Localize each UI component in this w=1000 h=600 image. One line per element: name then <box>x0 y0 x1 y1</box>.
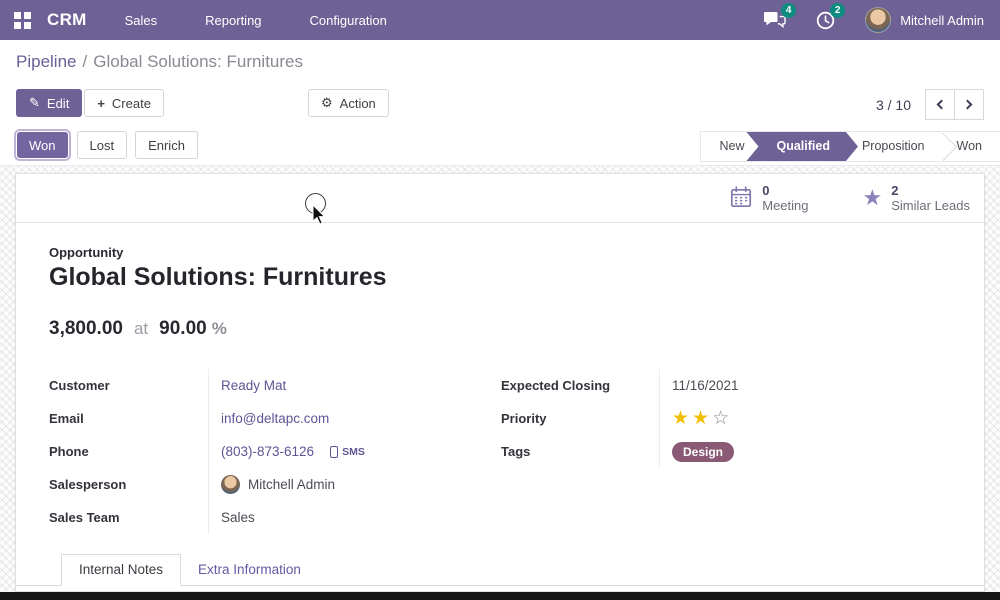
enrich-button[interactable]: Enrich <box>135 131 198 159</box>
pager-count: 3 / 10 <box>876 97 911 113</box>
mouse-cursor <box>312 205 327 226</box>
stage-bar: New Qualified Proposition Won <box>700 131 1000 162</box>
sms-label: SMS <box>342 446 365 458</box>
opportunity-title: Global Solutions: Furnitures <box>49 263 951 292</box>
field-row-sales-team: Sales Team Sales <box>49 501 501 534</box>
tag-design[interactable]: Design <box>672 442 734 462</box>
navbar-right: 4 2 Mitchell Admin <box>763 7 1000 33</box>
tab-internal-notes[interactable]: Internal Notes <box>61 554 181 586</box>
record-pager: 3 / 10 <box>876 89 984 120</box>
phone-label: Phone <box>49 444 208 459</box>
priority-star-3[interactable]: ☆ <box>712 407 732 430</box>
field-row-email: Email info@deltapc.com <box>49 402 501 435</box>
chevron-left-icon <box>937 100 947 110</box>
status-buttons: Won Lost Enrich <box>16 131 198 159</box>
meeting-count: 0 <box>762 183 808 198</box>
card-header: 0 Meeting ★ 2 Similar Leads <box>16 174 984 223</box>
user-name[interactable]: Mitchell Admin <box>900 13 984 28</box>
action-button[interactable]: ⚙ Action <box>308 89 389 117</box>
priority-label: Priority <box>501 411 659 426</box>
phone-value-link[interactable]: (803)-873-6126 <box>221 444 314 459</box>
chevron-right-icon <box>963 100 973 110</box>
probability-value: 90.00 <box>159 318 207 340</box>
field-row-phone: Phone (803)-873-6126 SMS <box>49 435 501 468</box>
gear-icon: ⚙ <box>321 95 333 111</box>
menu-configuration[interactable]: Configuration <box>310 13 387 28</box>
messages-badge: 4 <box>781 3 796 18</box>
field-column-left: Customer Ready Mat Email info@deltapc.co… <box>49 369 501 534</box>
activities-icon[interactable]: 2 <box>816 11 835 30</box>
apps-menu-icon[interactable] <box>14 12 31 29</box>
form-card: 0 Meeting ★ 2 Similar Leads Opportunity … <box>15 173 985 592</box>
pager-previous-button[interactable] <box>925 89 955 120</box>
calendar-icon <box>729 185 753 212</box>
notebook-tabs: Internal Notes Extra Information <box>16 555 984 586</box>
stage-qualified[interactable]: Qualified <box>746 132 857 161</box>
pencil-icon: ✎ <box>29 95 40 111</box>
percent-sign: % <box>212 319 227 339</box>
record-type-label: Opportunity <box>49 245 951 260</box>
breadcrumb: Pipeline / Global Solutions: Furnitures <box>16 52 303 72</box>
field-row-salesperson: Salesperson Mitchell Admin <box>49 468 501 501</box>
messages-icon[interactable]: 4 <box>763 11 786 30</box>
field-row-priority: Priority ★ ★ ☆ <box>501 402 951 435</box>
salesperson-avatar <box>221 475 240 494</box>
bottom-screen-edge <box>0 592 1000 600</box>
priority-star-2[interactable]: ★ <box>692 407 712 430</box>
customer-value-link[interactable]: Ready Mat <box>221 378 286 393</box>
top-navbar: CRM Sales Reporting Configuration 4 2 Mi… <box>0 0 1000 40</box>
field-row-customer: Customer Ready Mat <box>49 369 501 402</box>
meeting-stat-button[interactable]: 0 Meeting <box>729 183 808 213</box>
lost-button[interactable]: Lost <box>77 131 128 159</box>
action-button-label: Action <box>340 96 376 111</box>
expected-closing-label: Expected Closing <box>501 378 659 393</box>
breadcrumb-current: Global Solutions: Furnitures <box>93 52 303 71</box>
priority-star-1[interactable]: ★ <box>672 407 692 430</box>
app-brand[interactable]: CRM <box>47 10 87 30</box>
activities-badge: 2 <box>830 3 845 18</box>
field-column-right: Expected Closing 11/16/2021 Priority ★ ★… <box>501 369 951 534</box>
meeting-label: Meeting <box>762 198 808 213</box>
stat-button-box: 0 Meeting ★ 2 Similar Leads <box>729 174 970 222</box>
field-row-tags: Tags Design <box>501 435 951 468</box>
breadcrumb-separator: / <box>83 52 88 71</box>
menu-reporting[interactable]: Reporting <box>205 13 261 28</box>
expected-revenue-row: 3,800.00 at 90.00 % <box>49 318 951 340</box>
salesperson-label: Salesperson <box>49 477 208 492</box>
pager-next-button[interactable] <box>954 89 984 120</box>
sales-team-value[interactable]: Sales <box>221 510 255 525</box>
sales-team-label: Sales Team <box>49 510 208 525</box>
toolbar-buttons: ✎ Edit + Create <box>16 89 164 117</box>
edit-button-label: Edit <box>47 96 69 111</box>
email-label: Email <box>49 411 208 426</box>
field-row-expected-closing: Expected Closing 11/16/2021 <box>501 369 951 402</box>
won-button[interactable]: Won <box>16 131 69 159</box>
similar-leads-stat-button[interactable]: ★ 2 Similar Leads <box>863 183 971 213</box>
create-button[interactable]: + Create <box>84 89 164 117</box>
similar-leads-label: Similar Leads <box>891 198 970 213</box>
control-panel: Pipeline / Global Solutions: Furnitures ✎ … <box>0 40 1000 166</box>
form-sheet: Opportunity Global Solutions: Furnitures… <box>16 223 984 534</box>
create-button-label: Create <box>112 96 151 111</box>
expected-closing-value[interactable]: 11/16/2021 <box>672 378 739 393</box>
edit-button[interactable]: ✎ Edit <box>16 89 82 117</box>
expected-revenue-value: 3,800.00 <box>49 318 123 340</box>
page-background: 0 Meeting ★ 2 Similar Leads Opportunity … <box>0 166 1000 600</box>
tab-extra-information[interactable]: Extra Information <box>181 555 318 585</box>
salesperson-value[interactable]: Mitchell Admin <box>248 477 335 492</box>
similar-leads-count: 2 <box>891 183 970 198</box>
customer-label: Customer <box>49 378 208 393</box>
sms-button[interactable]: SMS <box>330 446 365 458</box>
user-avatar[interactable] <box>865 7 891 33</box>
mobile-phone-icon <box>330 446 338 458</box>
at-label: at <box>134 319 148 339</box>
email-value-link[interactable]: info@deltapc.com <box>221 411 329 426</box>
navbar-menus: Sales Reporting Configuration <box>125 13 387 28</box>
tags-label: Tags <box>501 444 659 459</box>
star-icon: ★ <box>863 187 883 209</box>
plus-icon: + <box>97 96 105 111</box>
breadcrumb-pipeline-link[interactable]: Pipeline <box>16 52 77 71</box>
field-grid: Customer Ready Mat Email info@deltapc.co… <box>49 369 951 534</box>
menu-sales[interactable]: Sales <box>125 13 158 28</box>
